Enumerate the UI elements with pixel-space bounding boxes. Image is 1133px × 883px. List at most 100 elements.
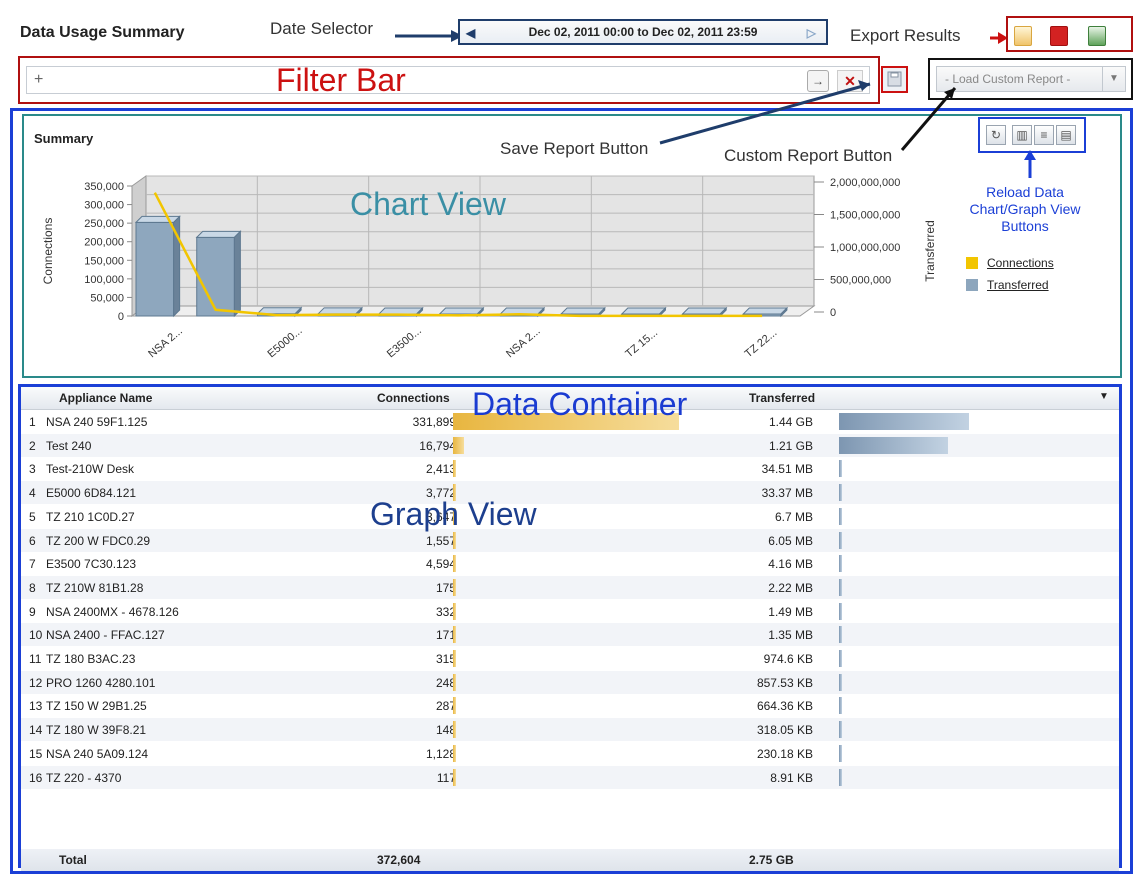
table-row[interactable]: 2 Test 240 16,794 1.21 GB (21, 433, 1119, 457)
appliance-name: TZ 180 W 39F8.21 (46, 723, 147, 738)
transferred-bar (839, 650, 842, 667)
annotation-chart-view: Chart View (350, 186, 506, 222)
transferred-value: 33.37 MB (761, 486, 813, 501)
transferred-value: 6.7 MB (774, 509, 813, 524)
total-label: Total (59, 853, 87, 867)
transferred-bar (839, 484, 842, 502)
table-row[interactable]: 14 TZ 180 W 39F8.21 148 318.05 KB (21, 718, 1119, 742)
table-row[interactable]: 11 TZ 180 B3AC.23 315 974.6 KB (21, 647, 1119, 670)
bar-top (377, 307, 424, 315)
table-row[interactable]: 12 PRO 1260 4280.101 248 857.53 KB (21, 670, 1119, 694)
connections-value: 332 (435, 604, 456, 619)
table-row[interactable]: 13 TZ 150 W 29B1.25 287 664.36 KB (21, 694, 1119, 717)
list-icon[interactable]: ≡ (1034, 125, 1054, 145)
chart-icon[interactable]: ▥ (1012, 125, 1032, 145)
legend-item-connections[interactable]: Connections (966, 256, 1054, 270)
connections-value: 331,899 (412, 415, 456, 429)
legend-item-transferred[interactable]: Transferred (966, 278, 1054, 292)
connections-bar (453, 531, 456, 549)
table-row[interactable]: 4 E5000 6D84.121 3,772 33.37 MB (21, 481, 1119, 505)
table-row[interactable]: 6 TZ 200 W FDC0.29 1,557 6.05 MB (21, 528, 1119, 552)
transferred-bar (839, 413, 969, 430)
table-row[interactable]: 3 Test-210W Desk 2,413 34.51 MB (21, 457, 1119, 480)
y2-tick-label: 0 (830, 307, 836, 319)
row-index: 4 (29, 486, 36, 501)
total-transferred: 2.75 GB (749, 853, 794, 867)
row-index: 5 (29, 509, 36, 524)
reload-label-line2: Chart/Graph View (969, 201, 1081, 217)
bar-transferred (135, 221, 175, 317)
connections-bar (453, 744, 456, 762)
column-header-appliance[interactable]: Appliance Name (59, 391, 152, 405)
x-tick-label: TZ 15... (623, 327, 660, 361)
table-row[interactable]: 5 TZ 210 1C0D.27 3,647 6.7 MB (21, 505, 1119, 528)
y-tick-label: 350,000 (84, 181, 124, 193)
row-index: 2 (29, 438, 36, 453)
bar-top (499, 307, 546, 315)
bar-top (559, 307, 606, 315)
data-grid: Appliance Name Connections Transferred ▼… (18, 384, 1122, 871)
transferred-value: 1.21 GB (768, 438, 813, 453)
transferred-value: 34.51 MB (761, 462, 813, 477)
transferred-bar (839, 626, 842, 644)
connections-bar (453, 555, 457, 573)
transferred-value: 4.16 MB (768, 557, 813, 572)
transferred-value: 8.91 KB (770, 770, 813, 785)
connections-value: 315 (435, 652, 456, 666)
table-row[interactable]: 16 TZ 220 - 4370 117 8.91 KB (21, 765, 1119, 789)
bar-top (134, 215, 181, 223)
view-buttons: ↻ ▥ ≡ ▤ (978, 117, 1086, 153)
connections-bar (453, 578, 456, 596)
y2-tick-label: 1,000,000,000 (830, 242, 900, 254)
connections-value: 175 (435, 580, 456, 595)
bar-transferred (196, 236, 235, 317)
table-row[interactable]: 7 E3500 7C30.123 4,594 4.16 MB (21, 552, 1119, 575)
table-row[interactable]: 15 NSA 240 5A09.124 1,128 230.18 KB (21, 742, 1119, 765)
row-index: 14 (29, 723, 43, 738)
connections-value: 117 (436, 770, 456, 785)
transferred-value: 230.18 KB (756, 746, 813, 761)
connections-bar (453, 673, 456, 691)
table-row[interactable]: 9 NSA 2400MX - 4678.126 332 1.49 MB (21, 600, 1119, 623)
legend-swatch-transferred (966, 279, 978, 291)
connections-bar (453, 721, 456, 739)
column-menu-icon[interactable]: ▼ (1099, 391, 1109, 402)
table-row[interactable]: 8 TZ 210W 81B1.28 175 2.22 MB (21, 575, 1119, 599)
reload-icon[interactable]: ↻ (986, 125, 1006, 145)
appliance-name: Test 240 (46, 438, 92, 453)
transferred-bar (839, 507, 842, 525)
annotation-reload-buttons: Reload Data Chart/Graph View Buttons (950, 184, 1100, 235)
connections-bar (453, 460, 456, 478)
row-index: 3 (29, 462, 36, 477)
appliance-name: NSA 2400 - FFAC.127 (46, 628, 165, 643)
transferred-value: 1.49 MB (768, 604, 813, 619)
legend-label-connections: Connections (987, 256, 1054, 270)
row-index: 8 (29, 580, 36, 595)
row-index: 11 (29, 652, 42, 666)
bar-top (438, 307, 485, 315)
transferred-bar (839, 721, 842, 739)
column-header-connections[interactable]: Connections (377, 391, 450, 405)
column-header-transferred[interactable]: Transferred (749, 391, 815, 405)
connections-bar (453, 650, 456, 667)
transferred-bar (839, 768, 842, 786)
appliance-name: NSA 240 5A09.124 (46, 746, 149, 761)
connections-bar (453, 768, 456, 786)
total-connections: 372,604 (377, 853, 421, 867)
connections-value: 4,594 (425, 557, 456, 572)
transferred-value: 2.22 MB (768, 580, 813, 595)
table-total-row: Total 372,604 2.75 GB (21, 849, 1119, 871)
y-tick-label: 0 (118, 311, 124, 323)
connections-value: 1,557 (425, 533, 456, 548)
row-index: 15 (29, 746, 43, 761)
appliance-name: NSA 240 59F1.125 (46, 415, 148, 429)
table-row[interactable]: 10 NSA 2400 - FFAC.127 171 1.35 MB (21, 623, 1119, 647)
transferred-bar (839, 531, 842, 549)
y-tick-label: 200,000 (84, 237, 124, 249)
y2-tick-label: 1,500,000,000 (830, 210, 900, 222)
appliance-name: TZ 210W 81B1.28 (46, 580, 144, 595)
graph-icon[interactable]: ▤ (1056, 125, 1076, 145)
y-tick-label: 50,000 (90, 292, 124, 304)
row-index: 1 (29, 415, 36, 429)
connections-bar (453, 626, 456, 644)
